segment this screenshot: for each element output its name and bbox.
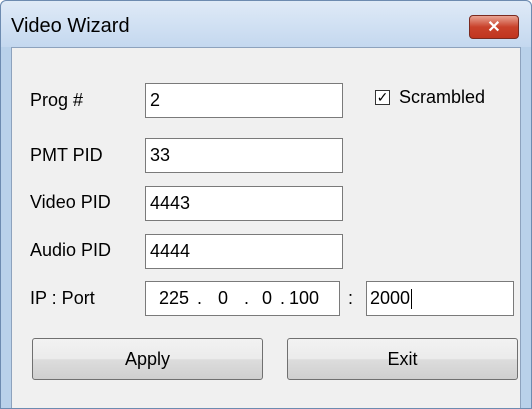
video-wizard-window: Video Wizard ✕ Prog # 2 ✓ Scrambled PMT … <box>0 0 532 409</box>
port-separator: : <box>348 288 354 308</box>
ip-dot-3: . <box>280 288 286 308</box>
ip-octet-4: 100 <box>289 288 320 308</box>
text-caret <box>411 289 413 310</box>
apply-button-label: Apply <box>124 348 171 369</box>
apply-button[interactable]: Apply <box>32 338 263 380</box>
audio-pid-label: Audio PID <box>30 240 112 260</box>
ip-dot-1: . <box>197 288 203 308</box>
checkmark-icon: ✓ <box>376 89 389 105</box>
ip-octet-2: 0 <box>218 288 229 308</box>
port-input[interactable]: 2000 <box>366 281 514 316</box>
pmt-pid-label: PMT PID <box>30 145 103 165</box>
ip-octet-1: 225 <box>159 288 190 308</box>
video-pid-label: Video PID <box>30 192 111 212</box>
prog-input[interactable]: 2 <box>145 83 343 118</box>
video-pid-input[interactable]: 4443 <box>145 186 343 221</box>
prog-label: Prog # <box>30 90 84 110</box>
scrambled-label: Scrambled <box>399 87 486 107</box>
exit-button[interactable]: Exit <box>287 338 518 380</box>
close-button[interactable]: ✕ <box>469 15 519 39</box>
pmt-pid-input[interactable]: 33 <box>145 138 343 173</box>
scrambled-checkbox[interactable]: ✓ <box>375 90 390 105</box>
ip-octet-3: 0 <box>262 288 273 308</box>
audio-pid-input[interactable]: 4444 <box>145 234 343 269</box>
title-bar[interactable]: Video Wizard ✕ <box>1 1 531 47</box>
ip-address-input[interactable]: 225 . 0 . 0 . 100 <box>145 281 340 316</box>
window-title: Video Wizard <box>11 15 130 37</box>
exit-button-label: Exit <box>387 348 418 369</box>
dialog-body: Prog # 2 ✓ Scrambled PMT PID 33 Video PI… <box>11 47 521 408</box>
ip-dot-2: . <box>244 288 250 308</box>
port-value: 2000 <box>370 288 411 308</box>
ip-port-label: IP : Port <box>30 288 95 308</box>
close-icon: ✕ <box>487 19 501 36</box>
